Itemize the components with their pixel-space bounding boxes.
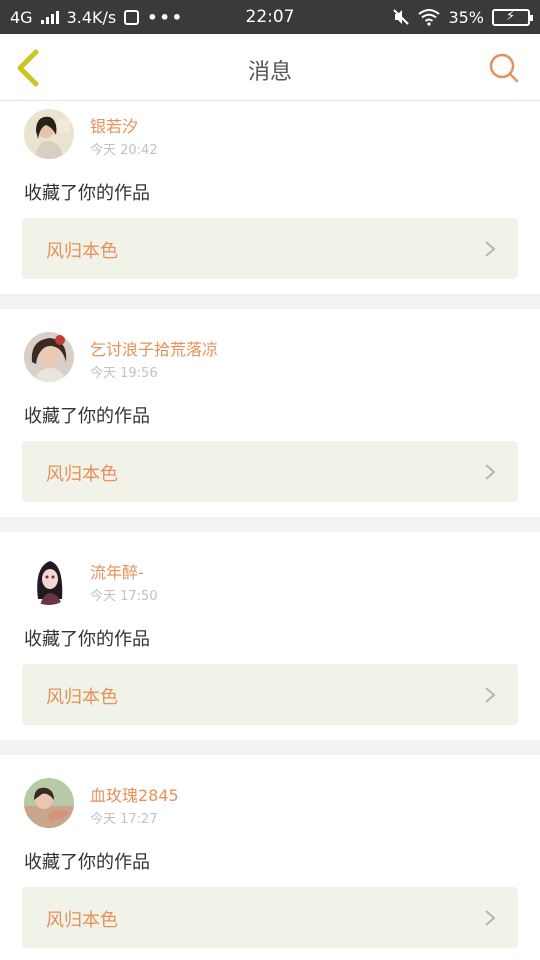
avatar[interactable] <box>24 778 74 828</box>
action-text: 收藏了你的作品 <box>24 852 150 873</box>
status-bar: 4G 3.4K/s ••• 22:07 35% ⚡ <box>0 0 540 34</box>
more-notifications-icon: ••• <box>147 7 184 27</box>
header: 消息 <box>0 34 540 101</box>
message-card: 流年醉- 今天 17:50 收藏了你的作品 风归本色 <box>0 532 540 740</box>
chevron-right-icon <box>485 464 496 480</box>
mute-icon <box>393 9 410 25</box>
message-card: 血玫瑰2845 今天 17:27 收藏了你的作品 风归本色 <box>0 755 540 960</box>
avatar[interactable] <box>24 555 74 605</box>
work-title: 风归本色 <box>46 910 118 931</box>
message-time: 今天 20:42 <box>90 143 158 158</box>
network-type: 4G <box>10 7 33 27</box>
chevron-right-icon <box>485 687 496 703</box>
search-button[interactable] <box>488 52 520 84</box>
status-right: 35% ⚡ <box>392 7 533 27</box>
page-title: 消息 <box>247 60 292 85</box>
username[interactable]: 流年醉- <box>90 559 144 583</box>
work-title: 风归本色 <box>46 241 118 262</box>
work-link[interactable]: 风归本色 <box>22 218 518 279</box>
network-speed: 3.4K/s <box>66 7 117 27</box>
username[interactable]: 血玫瑰2845 <box>90 782 179 806</box>
chevron-right-icon <box>485 241 496 257</box>
chevron-right-icon <box>485 910 496 926</box>
action-text: 收藏了你的作品 <box>24 183 150 204</box>
username[interactable]: 乞讨浪子拾荒落凉 <box>90 336 218 360</box>
work-title: 风归本色 <box>46 464 118 485</box>
wifi-icon <box>418 9 441 26</box>
message-time: 今天 17:50 <box>90 589 158 604</box>
avatar[interactable] <box>24 109 74 159</box>
message-card: 乞讨浪子拾荒落凉 今天 19:56 收藏了你的作品 风归本色 <box>0 309 540 517</box>
username[interactable]: 银若汐 <box>90 113 138 137</box>
work-link[interactable]: 风归本色 <box>22 664 518 725</box>
message-list: 银若汐 今天 20:42 收藏了你的作品 风归本色 乞讨浪子拾荒落凉 今天 19… <box>0 101 540 960</box>
action-text: 收藏了你的作品 <box>24 406 150 427</box>
action-text: 收藏了你的作品 <box>24 629 150 650</box>
battery-percent: 35% <box>448 7 484 27</box>
work-link[interactable]: 风归本色 <box>22 887 518 948</box>
message-time: 今天 17:27 <box>90 812 158 827</box>
battery-icon: ⚡ <box>492 8 533 26</box>
avatar[interactable] <box>24 332 74 382</box>
message-time: 今天 19:56 <box>90 366 158 381</box>
signal-icon <box>40 10 59 24</box>
work-link[interactable]: 风归本色 <box>22 441 518 502</box>
message-card: 银若汐 今天 20:42 收藏了你的作品 风归本色 <box>0 101 540 294</box>
status-left: 4G 3.4K/s ••• <box>10 8 184 27</box>
app-notification-icon <box>124 9 140 25</box>
work-title: 风归本色 <box>46 687 118 708</box>
